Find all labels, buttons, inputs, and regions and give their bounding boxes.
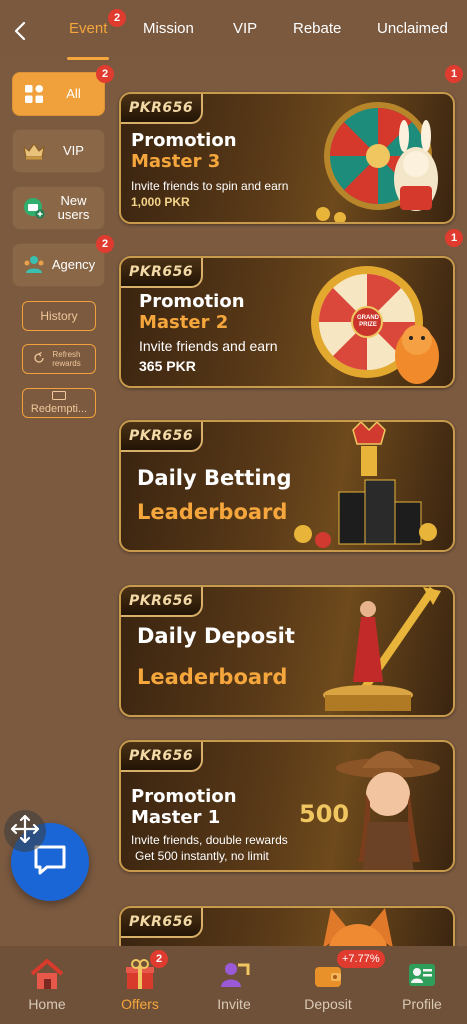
tab-rebate[interactable]: Rebate [293, 20, 341, 37]
card-amount: 1,000 PKR [131, 195, 190, 209]
new-user-icon [20, 194, 48, 222]
card-subtitle: Master 1 [131, 807, 221, 828]
prize-wheel-image [316, 102, 438, 222]
nav-label: Offers [121, 996, 159, 1012]
bottom-nav: Home Offers 2 Invite Deposit Profile [0, 946, 467, 1024]
card-subtitle: Master 2 [139, 312, 229, 333]
redemption-button[interactable]: Redempti... [22, 388, 96, 418]
tab-event[interactable]: Event [69, 20, 107, 37]
gift-card-icon [52, 391, 66, 403]
sidebar-item-label: Agency [51, 257, 96, 272]
card-subtitle: Leaderboard [137, 665, 288, 689]
card-title: Promotion [139, 291, 245, 312]
card-badge: 1 [445, 65, 463, 83]
top-nav: Event 2 Mission VIP Rebate Unclaimed [0, 0, 467, 62]
card-title: Promotion [131, 786, 237, 807]
sidebar-agency-badge: 2 [96, 235, 114, 253]
nav-offers[interactable]: Offers [100, 958, 180, 1012]
nav-label: Profile [402, 996, 442, 1012]
history-button[interactable]: History [22, 301, 96, 331]
card-description: Invite friends to spin and earn [131, 179, 289, 193]
move-arrows-icon [10, 814, 40, 849]
brand-logo: PKR656 [121, 742, 204, 772]
active-tab-indicator [67, 57, 109, 60]
card-description: Invite friends and earn [139, 338, 278, 354]
sidebar-all-badge: 2 [96, 65, 114, 83]
grid-icon [20, 80, 48, 108]
back-arrow-icon[interactable] [10, 20, 32, 42]
nav-label: Home [28, 996, 66, 1012]
brand-logo: PKR656 [121, 908, 204, 938]
tab-bar: Event 2 Mission VIP Rebate Unclaimed [48, 0, 467, 62]
tab-event-badge: 2 [108, 9, 126, 27]
sidebar-item-new-users[interactable]: New users [12, 186, 105, 230]
bonus-number: 500 [299, 800, 350, 828]
promo-card-master-2[interactable]: GRAND PRIZE PKR656 Promotion Master 2 In… [119, 256, 455, 388]
chat-bubble-icon [33, 844, 67, 881]
card-amount: Get 500 instantly, no limit [135, 849, 269, 863]
podium-trophy-image [294, 422, 437, 548]
card-title: Daily Deposit [137, 624, 295, 648]
sidebar-item-label: New users [57, 193, 90, 222]
promo-card-master-1[interactable]: 500 PKR656 Promotion Master 1 Invite fri… [119, 740, 455, 872]
card-badge: 1 [445, 229, 463, 247]
brand-logo: PKR656 [121, 94, 204, 124]
deposit-bonus-badge: +7.77% [337, 950, 385, 968]
sidebar-item-vip[interactable]: VIP [12, 129, 105, 173]
home-icon [29, 958, 65, 992]
profile-icon [404, 958, 440, 992]
sidebar-item-all[interactable]: All [12, 72, 105, 116]
crown-icon [20, 137, 48, 165]
tab-vip[interactable]: VIP [233, 20, 257, 37]
nav-home[interactable]: Home [7, 958, 87, 1012]
agency-icon [20, 251, 48, 279]
card-amount: 365 PKR [139, 358, 196, 374]
drag-move-handle[interactable] [4, 810, 46, 852]
promo-card-master-3[interactable]: PKR656 Promotion Master 3 Invite friends… [119, 92, 455, 224]
card-subtitle: Master 3 [131, 151, 221, 172]
redemption-label: Redempti... [30, 403, 88, 415]
nav-label: Deposit [304, 996, 352, 1012]
refresh-icon [33, 351, 45, 366]
leaderboard-card-daily-betting[interactable]: PKR656 Daily Betting Leaderboard [119, 420, 455, 552]
nav-label: Invite [217, 996, 251, 1012]
sidebar-item-agency[interactable]: Agency [12, 243, 105, 287]
card-description: Invite friends, double rewards [131, 833, 288, 847]
refresh-rewards-button[interactable]: Refresh rewards [22, 344, 96, 374]
card-subtitle: Leaderboard [137, 500, 288, 524]
nav-invite[interactable]: Invite [194, 958, 274, 1012]
wheel-center-label: GRAND PRIZE [357, 315, 379, 328]
card-title: Daily Betting [137, 466, 292, 490]
card-title: Promotion [131, 130, 237, 151]
brand-logo: PKR656 [121, 422, 204, 452]
brand-logo: PKR656 [121, 258, 204, 288]
leaderboard-card-daily-deposit[interactable]: PKR656 Daily Deposit Leaderboard [119, 585, 455, 717]
nav-profile[interactable]: Profile [382, 958, 462, 1012]
tab-mission[interactable]: Mission [143, 20, 194, 37]
history-label: History [40, 309, 78, 323]
invite-icon [216, 958, 252, 992]
sidebar-item-label: VIP [63, 143, 84, 158]
refresh-rewards-label: Refresh rewards [52, 350, 81, 368]
sidebar-item-label: All [66, 86, 81, 101]
brand-logo: PKR656 [121, 587, 204, 617]
tab-unclaimed[interactable]: Unclaimed [377, 20, 448, 37]
offers-badge: 2 [150, 950, 168, 968]
woman-podium-image [323, 587, 441, 711]
